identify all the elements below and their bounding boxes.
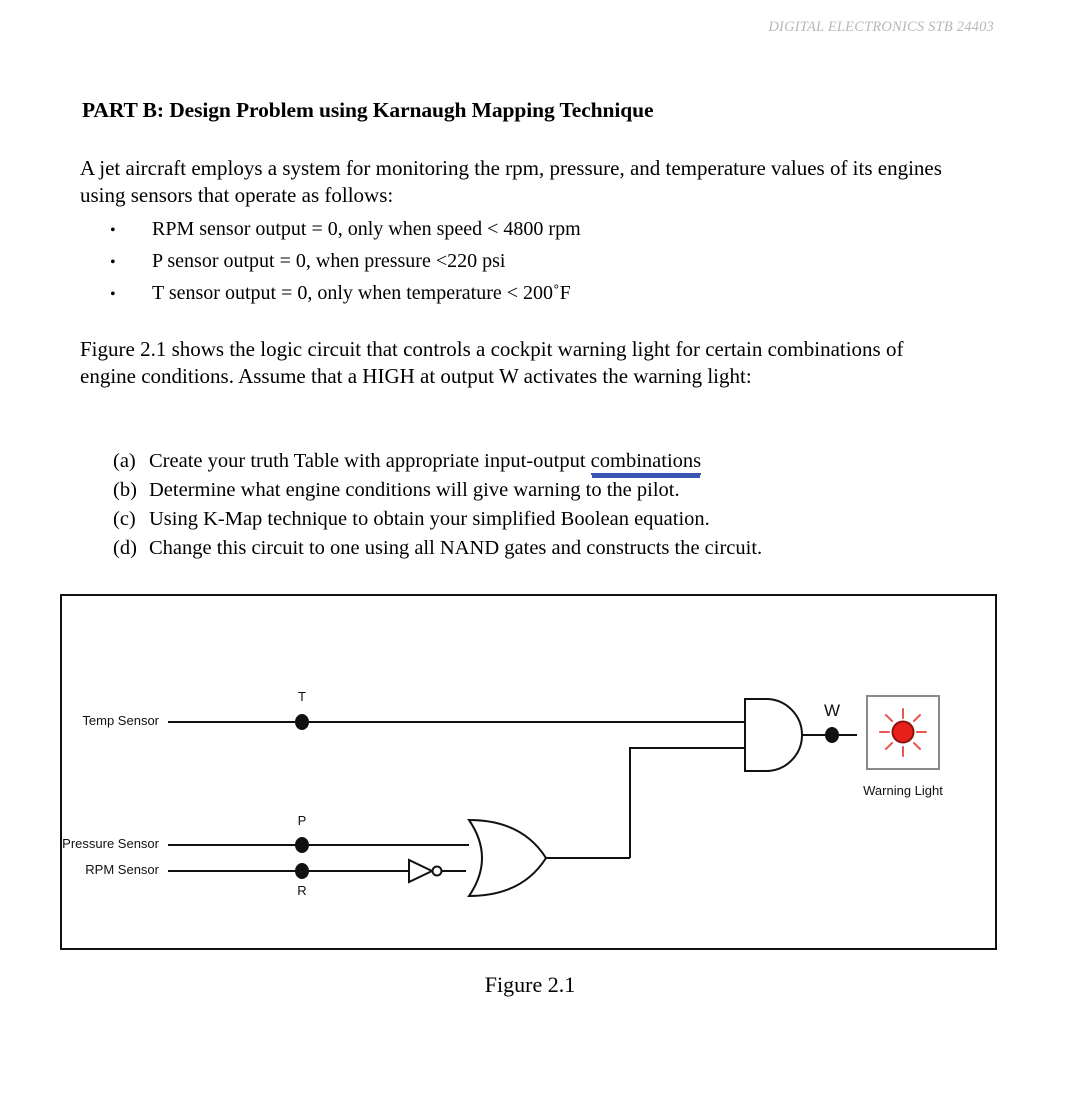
figure-reference-paragraph: Figure 2.1 shows the logic circuit that … (80, 337, 904, 388)
not-gate (408, 858, 443, 884)
task-item-d: (d) Change this circuit to one using all… (113, 534, 943, 563)
node-dot-t (295, 714, 309, 730)
not-gate-bubble (431, 865, 443, 877)
list-item-label: T sensor output = 0, only when temperatu… (152, 282, 571, 304)
task-marker: (c) (113, 508, 136, 530)
figure-container: Temp Sensor T Pressure Sensor P RPM Sens… (60, 594, 997, 950)
temp-sensor-pin-label: T (298, 689, 306, 704)
node-dot-p (295, 837, 309, 853)
and-gate (744, 698, 857, 772)
task-text: Determine what engine conditions will gi… (149, 479, 680, 501)
task-text: Create your truth Table with appropriate… (149, 447, 702, 476)
node-dot-r (295, 863, 309, 879)
task-marker: (a) (113, 450, 136, 472)
warning-light-label: Warning Light (863, 783, 943, 798)
warning-lamp-icon (891, 720, 915, 744)
page-title: PART B: Design Problem using Karnaugh Ma… (82, 98, 654, 122)
node-dot-w (825, 727, 839, 743)
task-marker: (b) (113, 479, 137, 501)
rpm-sensor-pin-label: R (297, 883, 306, 898)
bullet-icon: • (110, 254, 116, 271)
spellcheck-underlined-word[interactable]: combinations (590, 450, 702, 475)
task-item-a: (a) Create your truth Table with appropr… (113, 447, 943, 476)
bullet-icon: • (110, 286, 116, 303)
or-gate-body (467, 818, 548, 898)
intro-paragraph: A jet aircraft employs a system for moni… (80, 156, 942, 207)
task-list: (a) Create your truth Table with appropr… (113, 447, 943, 563)
rpm-sensor-label: RPM Sensor (85, 862, 159, 877)
list-item: • RPM sensor output = 0, only when speed… (110, 214, 810, 246)
bullet-icon: • (110, 222, 116, 239)
pressure-sensor-label: Pressure Sensor (62, 836, 159, 851)
task-text: Change this circuit to one using all NAN… (149, 537, 763, 559)
task-marker: (d) (113, 537, 137, 559)
running-header: DIGITAL ELECTRONICS STB 24403 (768, 19, 994, 35)
warning-light-indicator: Warning Light (863, 695, 943, 798)
list-item-label: P sensor output = 0, when pressure <220 … (152, 250, 506, 272)
task-item-c: (c) Using K-Map technique to obtain your… (113, 505, 943, 534)
task-text: Using K-Map technique to obtain your sim… (149, 508, 710, 530)
list-item-label: RPM sensor output = 0, only when speed <… (152, 218, 581, 240)
or-gate (467, 818, 630, 898)
task-item-b: (b) Determine what engine conditions wil… (113, 476, 943, 505)
not-gate-triangle (408, 858, 435, 884)
sensor-bullet-list: • RPM sensor output = 0, only when speed… (110, 214, 810, 310)
logic-circuit-diagram: Temp Sensor T Pressure Sensor P RPM Sens… (62, 689, 943, 898)
task-text-plain: Create your truth Table with appropriate… (149, 450, 591, 472)
and-gate-body (744, 698, 803, 772)
list-item: • T sensor output = 0, only when tempera… (110, 278, 810, 310)
wire-or-to-and (629, 747, 745, 858)
temp-sensor-label: Temp Sensor (82, 713, 159, 728)
output-pin-label: W (824, 701, 840, 720)
figure-caption: Figure 2.1 (484, 972, 576, 997)
list-item: • P sensor output = 0, when pressure <22… (110, 246, 810, 278)
pressure-sensor-pin-label: P (298, 813, 307, 828)
